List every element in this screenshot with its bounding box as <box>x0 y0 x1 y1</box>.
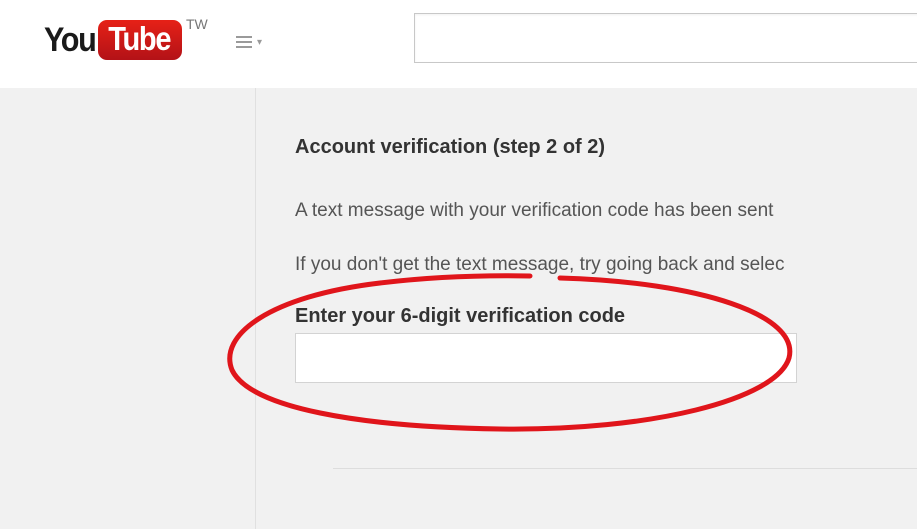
verification-code-label: Enter your 6-digit verification code <box>295 305 626 327</box>
section-divider <box>333 468 917 469</box>
guide-menu-button[interactable]: ▾ <box>236 30 284 54</box>
masthead: You Tube TW ▾ <box>0 0 917 88</box>
verification-code-input[interactable] <box>295 333 797 383</box>
logo-region-label: TW <box>186 16 208 32</box>
hamburger-menu-icon <box>236 36 252 48</box>
logo-you-text: You <box>44 20 97 59</box>
search-input[interactable] <box>414 13 917 63</box>
page-title: Account verification (step 2 of 2) <box>295 136 606 158</box>
logo-tube-text: Tube <box>108 20 171 57</box>
verification-sent-message: A text message with your verification co… <box>295 200 774 221</box>
logo-tube-badge: Tube <box>98 20 182 60</box>
retry-instructions-message: If you don't get the text message, try g… <box>295 254 785 275</box>
youtube-logo[interactable]: You Tube <box>44 14 182 66</box>
chevron-down-icon: ▾ <box>257 36 263 48</box>
left-sidebar <box>0 88 256 529</box>
